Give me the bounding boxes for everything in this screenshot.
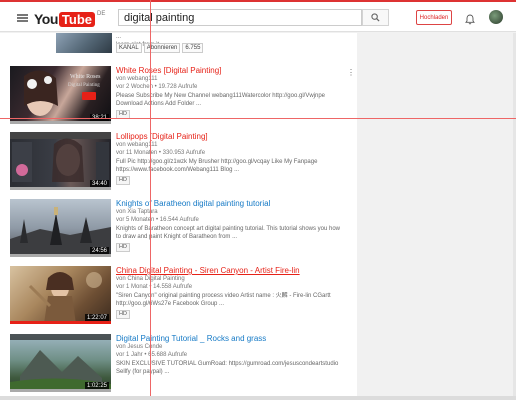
bottom-edge bbox=[0, 396, 516, 400]
video-result: White Roses Digital Painting 38:21 White… bbox=[0, 66, 357, 132]
search-input[interactable]: digital painting bbox=[118, 9, 362, 26]
video-result: 1:02:25 Digital Painting Tutorial _ Rock… bbox=[0, 334, 357, 400]
video-result: 1:22:07 China Digital Painting - Siren C… bbox=[0, 266, 357, 332]
video-thumbnail[interactable]: White Roses Digital Painting 38:21 bbox=[10, 66, 111, 124]
notifications-bell-icon[interactable] bbox=[465, 12, 475, 30]
svg-text:Digital Painting: Digital Painting bbox=[68, 83, 100, 88]
video-meta: vor 5 Monaten • 16.544 Aufrufe bbox=[116, 217, 199, 223]
video-title-link[interactable]: Digital Painting Tutorial _ Rocks and gr… bbox=[116, 334, 266, 343]
video-thumbnail[interactable]: 24:56 bbox=[10, 199, 111, 257]
watch-progress bbox=[10, 187, 111, 190]
video-thumbnail[interactable]: 1:02:25 bbox=[10, 334, 111, 392]
channel-result-partial: ... learn alot from it KANAL Abonnieren … bbox=[0, 33, 357, 59]
upload-button[interactable]: Hochladen bbox=[416, 10, 452, 25]
watch-progress bbox=[10, 254, 111, 257]
video-channel-link[interactable]: von webang111 bbox=[116, 76, 157, 82]
video-title-link[interactable]: Knights of Baratheon digital painting tu… bbox=[116, 199, 270, 208]
video-thumbnail[interactable]: 1:22:07 bbox=[10, 266, 111, 324]
video-meta: vor 11 Monaten • 330.953 Aufrufe bbox=[116, 150, 206, 156]
logo-tube: Tube bbox=[58, 11, 95, 27]
video-channel-link[interactable]: von webang111 bbox=[116, 142, 157, 148]
masthead: You Tube DE digital painting Hochladen bbox=[0, 2, 516, 32]
channel-tag: KANAL bbox=[116, 43, 142, 53]
logo-country: DE bbox=[97, 11, 106, 17]
hd-badge: HD bbox=[116, 176, 130, 185]
video-channel-link[interactable]: von Jesus Conde bbox=[116, 344, 162, 350]
more-actions-icon[interactable]: ⋮ bbox=[347, 68, 355, 77]
watch-progress bbox=[10, 389, 111, 392]
video-result: 24:56 Knights of Baratheon digital paint… bbox=[0, 199, 357, 265]
video-meta: vor 1 Monat • 14.558 Aufrufe bbox=[116, 284, 193, 290]
video-meta: vor 2 Wochen • 19.728 Aufrufe bbox=[116, 84, 198, 90]
video-meta: vor 1 Jahr • 65.688 Aufrufe bbox=[116, 352, 188, 358]
subscriber-count: 6.755 bbox=[182, 43, 204, 53]
guide-menu-icon[interactable] bbox=[17, 14, 28, 22]
search-results: ... learn alot from it KANAL Abonnieren … bbox=[0, 33, 357, 400]
watch-progress bbox=[10, 321, 111, 324]
video-result: 34:40 Lollipops [Digital Painting] von w… bbox=[0, 132, 357, 198]
video-title-link[interactable]: China Digital Painting - Siren Canyon - … bbox=[116, 266, 300, 275]
guide-line-vertical bbox=[150, 0, 151, 400]
account-avatar[interactable] bbox=[489, 10, 503, 24]
video-title-link[interactable]: Lollipops [Digital Painting] bbox=[116, 132, 208, 141]
youtube-logo[interactable]: You Tube DE bbox=[34, 11, 105, 27]
guide-line-horizontal bbox=[0, 118, 516, 119]
video-thumbnail[interactable]: 34:40 bbox=[10, 132, 111, 190]
video-channel-link[interactable]: von Xia Taptara bbox=[116, 209, 158, 215]
channel-tags: KANAL Abonnieren 6.755 bbox=[116, 43, 204, 53]
hd-badge: HD bbox=[116, 243, 130, 252]
hd-badge: HD bbox=[116, 310, 130, 319]
channel-thumbnail[interactable] bbox=[56, 33, 112, 53]
search-button[interactable] bbox=[362, 9, 389, 26]
svg-text:White Roses: White Roses bbox=[70, 74, 101, 80]
video-title-link[interactable]: White Roses [Digital Painting] bbox=[116, 66, 221, 75]
logo-you: You bbox=[34, 11, 58, 27]
right-sidebar bbox=[357, 33, 516, 400]
watch-progress bbox=[10, 121, 111, 124]
search-icon bbox=[371, 13, 380, 22]
